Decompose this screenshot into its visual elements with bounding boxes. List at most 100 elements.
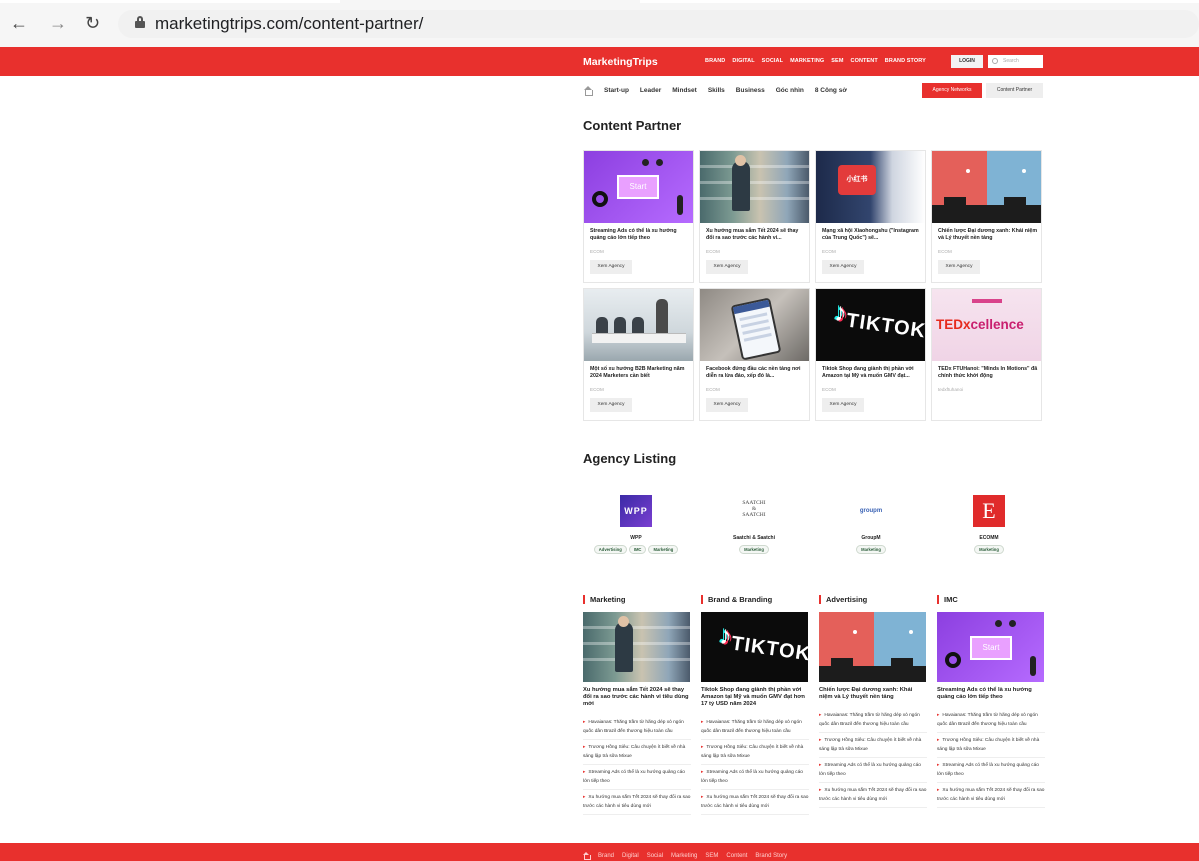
category-feature-title[interactable]: Chiến lược Đại dương xanh: Khái niệm và … xyxy=(819,687,927,701)
agency-name[interactable]: ECOMM xyxy=(937,535,1041,541)
category-feature-title[interactable]: Tiktok Shop đang giành thị phần với Amaz… xyxy=(701,687,809,708)
category-heading-imc[interactable]: IMC xyxy=(937,595,958,604)
agency-card-wpp[interactable]: WPP WPP Advertising IMC Marketing xyxy=(584,487,688,567)
card-title[interactable]: Mạng xã hội Xiaohongshu ("Instagram của … xyxy=(822,228,922,242)
partner-card[interactable]: Xu hướng mua sắm Tết 2024 sẽ thay đổi ra… xyxy=(699,150,810,283)
category-heading-brand[interactable]: Brand & Branding xyxy=(701,595,772,604)
content-partner-button[interactable]: Content Partner xyxy=(986,83,1043,98)
card-title[interactable]: Facebook đứng đầu các nền tảng nơi diễn … xyxy=(706,366,806,380)
category-feature-image[interactable]: Start xyxy=(937,612,1044,682)
agency-tag[interactable]: Marketing xyxy=(739,545,769,554)
subnav-business[interactable]: Business xyxy=(736,87,765,94)
agency-tag[interactable]: IMC xyxy=(628,545,647,554)
agency-name[interactable]: WPP xyxy=(584,535,688,541)
list-item[interactable]: Trương Hồng Siêu: Câu chuyện ít biết về … xyxy=(583,740,691,765)
nav-brand[interactable]: BRAND xyxy=(705,58,725,64)
card-title[interactable]: Chiến lược Đại dương xanh: Khái niệm và … xyxy=(938,228,1038,242)
category-heading-marketing[interactable]: Marketing xyxy=(583,595,625,604)
card-thumbnail[interactable] xyxy=(700,151,809,223)
card-title[interactable]: Xu hướng mua sắm Tết 2024 sẽ thay đổi ra… xyxy=(706,228,806,242)
card-thumbnail[interactable] xyxy=(700,289,809,361)
agency-tag[interactable]: Marketing xyxy=(648,545,679,554)
list-item[interactable]: Streaming Ads có thể là xu hướng quảng c… xyxy=(583,765,691,790)
view-agency-button[interactable]: Xem Agency xyxy=(590,260,632,274)
agency-tag[interactable]: Marketing xyxy=(974,545,1004,554)
agency-logo[interactable]: E xyxy=(973,495,1005,527)
list-item[interactable]: Streaming Ads có thể là xu hướng quảng c… xyxy=(819,758,927,783)
subnav-mindset[interactable]: Mindset xyxy=(672,87,697,94)
home-icon[interactable] xyxy=(583,852,591,860)
footer-link[interactable]: Content xyxy=(726,853,747,859)
agency-logo[interactable]: WPP xyxy=(620,495,652,527)
list-item[interactable]: Streaming Ads có thể là xu hướng quảng c… xyxy=(701,765,809,790)
list-item[interactable]: Xu hướng mua sắm Tết 2024 sẽ thay đổi ra… xyxy=(583,790,691,815)
category-feature-image[interactable] xyxy=(819,612,926,682)
nav-content[interactable]: CONTENT xyxy=(851,58,878,64)
list-item[interactable]: Trương Hồng Siêu: Câu chuyện ít biết về … xyxy=(701,740,809,765)
agency-logo[interactable]: SAATCHI & SAATCHI xyxy=(738,495,770,527)
list-item[interactable]: Trương Hồng Siêu: Câu chuyện ít biết về … xyxy=(937,733,1045,758)
login-button[interactable]: LOGIN xyxy=(951,55,983,68)
partner-card[interactable]: Chiến lược Đại dương xanh: Khái niệm và … xyxy=(931,150,1042,283)
view-agency-button[interactable]: Xem Agency xyxy=(706,398,748,412)
agency-tag[interactable]: Advertising xyxy=(593,545,627,554)
agency-name[interactable]: GroupM xyxy=(819,535,923,541)
view-agency-button[interactable]: Xem Agency xyxy=(822,398,864,412)
agency-logo[interactable]: groupm xyxy=(855,495,887,527)
list-item[interactable]: Havaianas: Thăng trầm từ hãng dép xỏ ngó… xyxy=(819,708,927,733)
category-feature-image[interactable]: ♪ TIKTOK xyxy=(701,612,808,682)
back-arrow-icon[interactable]: ← xyxy=(10,14,28,32)
nav-brand-story[interactable]: BRAND STORY xyxy=(885,58,926,64)
card-thumbnail[interactable]: 小红书 xyxy=(816,151,925,223)
card-thumbnail[interactable] xyxy=(932,151,1041,223)
card-thumbnail[interactable]: ♪ TIKTOK xyxy=(816,289,925,361)
list-item[interactable]: Xu hướng mua sắm Tết 2024 sẽ thay đổi ra… xyxy=(819,783,927,808)
list-item[interactable]: Havaianas: Thăng trầm từ hãng dép xỏ ngó… xyxy=(583,715,691,740)
partner-card[interactable]: Một số xu hướng B2B Marketing năm 2024 M… xyxy=(583,288,694,421)
footer-link[interactable]: Brand Story xyxy=(755,853,787,859)
footer-link[interactable]: Marketing xyxy=(671,853,697,859)
card-thumbnail[interactable]: Start xyxy=(584,151,693,223)
search-input[interactable]: Search xyxy=(988,55,1043,68)
partner-card[interactable]: 小红书 Mạng xã hội Xiaohongshu ("Instagram … xyxy=(815,150,926,283)
card-title[interactable]: Tiktok Shop đang giành thị phần với Amaz… xyxy=(822,366,922,380)
agency-networks-button[interactable]: Agency Networks xyxy=(922,83,982,98)
footer-link[interactable]: SEM xyxy=(705,853,718,859)
agency-card-ecomm[interactable]: E ECOMM Marketing xyxy=(937,487,1041,567)
footer-link[interactable]: Digital xyxy=(622,853,639,859)
partner-card[interactable]: Facebook đứng đầu các nền tảng nơi diễn … xyxy=(699,288,810,421)
reload-icon[interactable]: ↻ xyxy=(85,14,100,32)
nav-marketing[interactable]: MARKETING xyxy=(790,58,824,64)
list-item[interactable]: Streaming Ads có thể là xu hướng quảng c… xyxy=(937,758,1045,783)
card-thumbnail[interactable]: TEDxcellence xyxy=(932,289,1041,361)
partner-card[interactable]: Start Streaming Ads có thể là xu hướng q… xyxy=(583,150,694,283)
category-feature-title[interactable]: Streaming Ads có thể là xu hướng quảng c… xyxy=(937,687,1045,701)
card-title[interactable]: Một số xu hướng B2B Marketing năm 2024 M… xyxy=(590,366,690,380)
nav-sem[interactable]: SEM xyxy=(831,58,843,64)
card-thumbnail[interactable] xyxy=(584,289,693,361)
site-logo[interactable]: MarketingTrips xyxy=(583,56,658,68)
url-text[interactable]: marketingtrips.com/content-partner/ xyxy=(155,14,423,34)
agency-name[interactable]: Saatchi & Saatchi xyxy=(702,535,806,541)
nav-social[interactable]: SOCIAL xyxy=(762,58,783,64)
agency-tag[interactable]: Marketing xyxy=(856,545,886,554)
nav-digital[interactable]: DIGITAL xyxy=(732,58,754,64)
category-feature-title[interactable]: Xu hướng mua sắm Tết 2024 sẽ thay đổi ra… xyxy=(583,687,691,708)
view-agency-button[interactable]: Xem Agency xyxy=(590,398,632,412)
list-item[interactable]: Xu hướng mua sắm Tết 2024 sẽ thay đổi ra… xyxy=(701,790,809,815)
partner-card[interactable]: ♪ TIKTOK Tiktok Shop đang giành thị phần… xyxy=(815,288,926,421)
home-icon[interactable] xyxy=(583,86,593,96)
view-agency-button[interactable]: Xem Agency xyxy=(822,260,864,274)
view-agency-button[interactable]: Xem Agency xyxy=(706,260,748,274)
agency-card-groupm[interactable]: groupm GroupM Marketing xyxy=(819,487,923,567)
footer-link[interactable]: Brand xyxy=(598,853,614,859)
card-title[interactable]: Streaming Ads có thể là xu hướng quảng c… xyxy=(590,228,690,242)
subnav-startup[interactable]: Start-up xyxy=(604,87,629,94)
card-title[interactable]: TEDx FTUHanoi: "Minds In Motions" đã chí… xyxy=(938,366,1038,380)
agency-card-saatchi[interactable]: SAATCHI & SAATCHI Saatchi & Saatchi Mark… xyxy=(702,487,806,567)
view-agency-button[interactable]: Xem Agency xyxy=(938,260,980,274)
footer-link[interactable]: Social xyxy=(647,853,663,859)
subnav-skills[interactable]: Skills xyxy=(708,87,725,94)
forward-arrow-icon[interactable]: → xyxy=(49,14,67,32)
subnav-8-cong-so[interactable]: 8 Công sở xyxy=(815,87,847,94)
